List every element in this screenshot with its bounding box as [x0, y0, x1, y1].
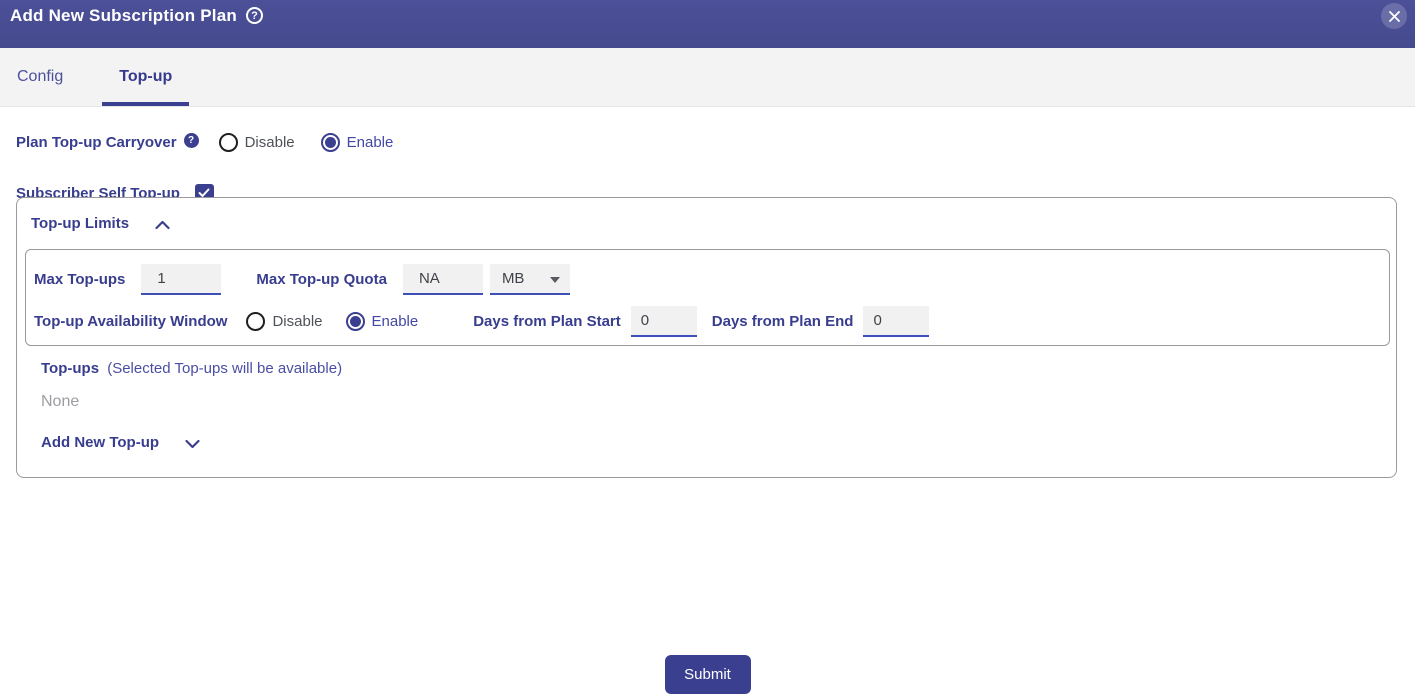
topup-limits-title: Top-up Limits — [31, 215, 129, 232]
limits-row-window: Top-up Availability Window Disable Enabl… — [26, 296, 1389, 338]
topups-hint: (Selected Top-ups will be available) — [107, 360, 342, 377]
carryover-enable-label[interactable]: Enable — [347, 134, 394, 151]
limits-row-quota: Max Top-ups Max Top-up Quota MB — [26, 250, 1389, 296]
days-from-plan-start-input[interactable] — [631, 306, 697, 337]
window-disable-label[interactable]: Disable — [272, 313, 322, 330]
form-content: Plan Top-up Carryover ? Disable Enable S… — [0, 107, 1415, 696]
max-topup-quota-label: Max Top-up Quota — [256, 271, 387, 288]
page-title: Add New Subscription Plan — [10, 4, 237, 28]
tab-config[interactable]: Config — [0, 52, 80, 106]
close-icon[interactable] — [1381, 3, 1407, 29]
topup-limits-panel: Top-up Limits Max Top-ups Max Top-up Quo… — [16, 197, 1397, 478]
topups-label: Top-ups — [41, 360, 99, 377]
max-topup-quota-input[interactable] — [403, 264, 483, 295]
add-new-topup-label[interactable]: Add New Top-up — [41, 434, 159, 451]
topups-empty-value: None — [41, 393, 79, 411]
quota-unit-select[interactable]: MB — [490, 264, 570, 295]
topups-heading: Top-ups (Selected Top-ups will be availa… — [41, 360, 342, 377]
topup-limits-header: Top-up Limits — [17, 198, 1396, 232]
carryover-disable-label[interactable]: Disable — [245, 134, 295, 151]
window-disable-radio[interactable] — [246, 312, 265, 331]
days-from-plan-end-input[interactable] — [863, 306, 929, 337]
days-from-plan-end-label: Days from Plan End — [712, 313, 854, 330]
carryover-enable-radio[interactable] — [321, 133, 340, 152]
quota-unit-value: MB — [502, 270, 525, 287]
submit-button[interactable]: Submit — [665, 655, 751, 694]
carryover-disable-radio[interactable] — [219, 133, 238, 152]
carryover-help-icon[interactable]: ? — [184, 133, 199, 148]
tab-bar: Config Top-up — [0, 48, 1415, 107]
plan-topup-carryover-row: Plan Top-up Carryover ? Disable Enable — [0, 107, 1415, 155]
chevron-down-icon[interactable] — [185, 439, 200, 449]
max-topups-label: Max Top-ups — [34, 271, 125, 288]
window-enable-label[interactable]: Enable — [372, 313, 419, 330]
x-icon — [1388, 10, 1401, 23]
title-help-icon[interactable]: ? — [246, 7, 263, 24]
add-new-topup-row: Add New Top-up — [41, 434, 200, 451]
chevron-up-icon[interactable] — [155, 220, 170, 230]
subscriber-self-topup-row: Subscriber Self Top-up — [0, 155, 1415, 203]
availability-window-label: Top-up Availability Window — [34, 313, 227, 330]
plan-topup-carryover-label: Plan Top-up Carryover — [16, 134, 177, 151]
days-from-plan-start-label: Days from Plan Start — [473, 313, 621, 330]
max-topups-input[interactable] — [141, 264, 221, 295]
footer: Submit — [0, 655, 1415, 694]
modal-header: Add New Subscription Plan ? — [0, 0, 1415, 48]
window-enable-radio[interactable] — [346, 312, 365, 331]
dropdown-caret-icon — [550, 277, 560, 283]
limits-fields-box: Max Top-ups Max Top-up Quota MB Top-up A… — [25, 249, 1390, 346]
tab-top-up[interactable]: Top-up — [102, 52, 189, 106]
